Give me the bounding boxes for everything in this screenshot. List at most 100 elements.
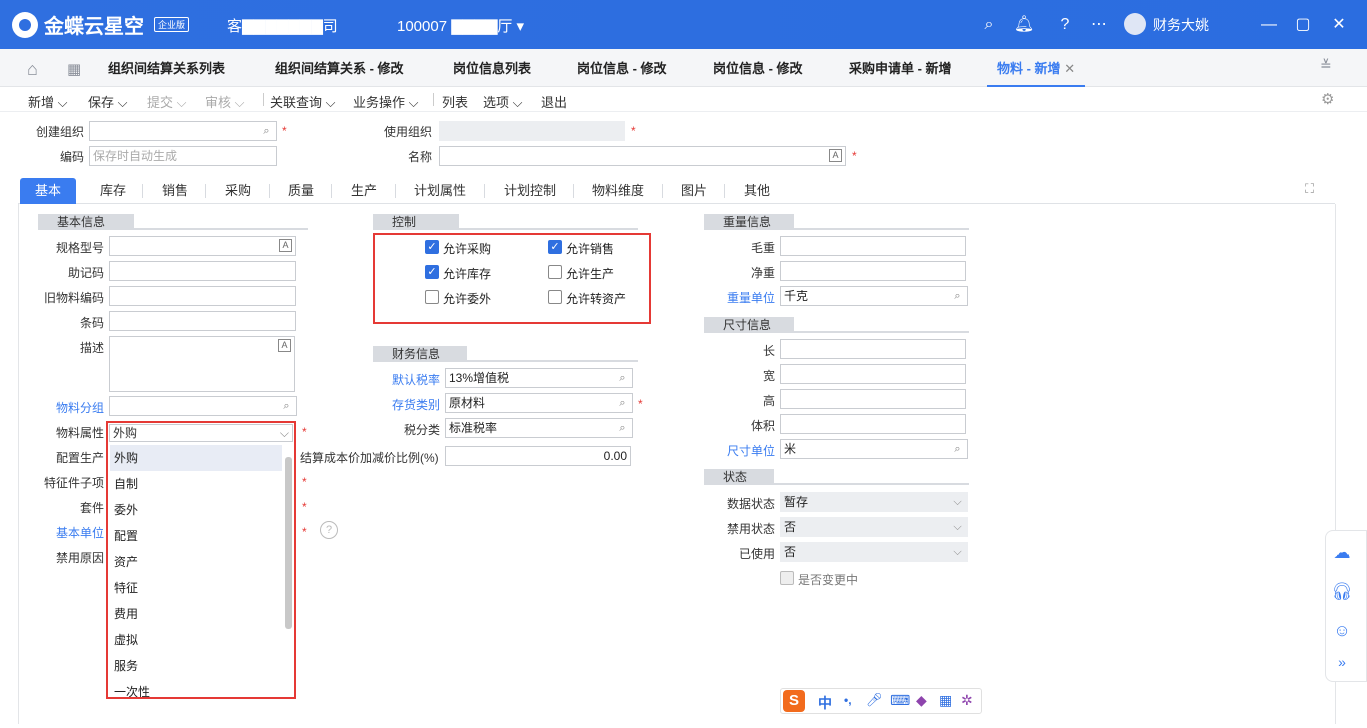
tab-images[interactable]: 图片 bbox=[681, 178, 707, 204]
option-asset[interactable]: 资产 bbox=[110, 549, 282, 575]
tabs-overflow-icon[interactable]: ≚ bbox=[1320, 57, 1332, 74]
option-one-time[interactable]: 一次性 bbox=[110, 679, 282, 697]
width-input[interactable] bbox=[780, 364, 966, 384]
tab-quality[interactable]: 质量 bbox=[288, 178, 314, 204]
apps-icon[interactable]: ▦ bbox=[67, 60, 81, 78]
option-expense[interactable]: 费用 bbox=[110, 601, 282, 627]
allow-inventory-checkbox[interactable]: ✓ bbox=[425, 265, 439, 279]
tab-material-dimension[interactable]: 物料维度 bbox=[592, 178, 644, 204]
description-textarea[interactable]: A bbox=[109, 336, 295, 392]
skin-icon[interactable]: ◆ bbox=[916, 692, 927, 709]
list-button[interactable]: 列表 bbox=[442, 92, 468, 111]
allow-inventory-label[interactable]: 允许库存 bbox=[443, 265, 491, 282]
tab-purchase-request[interactable]: 采购申请单 - 新增 bbox=[849, 49, 952, 87]
allow-purchase-label[interactable]: 允许采购 bbox=[443, 240, 491, 257]
search-icon[interactable]: ⌕ bbox=[280, 399, 293, 413]
option-outsourced-purchase[interactable]: 外购 bbox=[110, 445, 282, 471]
submit-button[interactable]: 提交 ⌵ bbox=[147, 92, 186, 111]
search-icon[interactable]: ⌕ bbox=[616, 421, 629, 435]
allow-subcontract-label[interactable]: 允许委外 bbox=[443, 290, 491, 307]
home-icon[interactable]: ⌂ bbox=[27, 59, 38, 80]
tab-sales[interactable]: 销售 bbox=[162, 178, 188, 204]
material-group-label[interactable]: 物料分组 bbox=[30, 399, 104, 416]
tab-post-edit-2[interactable]: 岗位信息 - 修改 bbox=[713, 49, 803, 87]
headset-icon[interactable]: 🎧︎ bbox=[1325, 582, 1359, 608]
tenant-name[interactable]: 客▇▇▇▇▇▇▇司 bbox=[227, 15, 338, 36]
multilang-icon[interactable]: A bbox=[829, 149, 842, 162]
barcode-input[interactable] bbox=[109, 311, 296, 331]
ime-mode-label[interactable]: 中 bbox=[818, 693, 832, 713]
new-button[interactable]: 新增 ⌵ bbox=[28, 92, 67, 111]
length-input[interactable] bbox=[780, 339, 966, 359]
option-config[interactable]: 配置 bbox=[110, 523, 282, 549]
data-status-select[interactable]: 暂存 ⌵ bbox=[780, 492, 968, 512]
option-subcontract[interactable]: 委外 bbox=[110, 497, 282, 523]
gross-weight-input[interactable] bbox=[780, 236, 966, 256]
search-icon[interactable]: ⌕ bbox=[616, 396, 629, 410]
more-icon[interactable]: ⋯ bbox=[1088, 14, 1110, 36]
search-icon[interactable]: ⌕ bbox=[616, 371, 629, 385]
base-unit-label[interactable]: 基本单位 bbox=[30, 524, 104, 541]
price-ratio-input[interactable]: 0.00 bbox=[445, 446, 631, 466]
net-weight-input[interactable] bbox=[780, 261, 966, 281]
audit-button[interactable]: 审核 ⌵ bbox=[205, 92, 244, 111]
business-ops-button[interactable]: 业务操作 ⌵ bbox=[353, 92, 418, 111]
grid-icon[interactable]: ▦ bbox=[939, 692, 952, 709]
option-service[interactable]: 服务 bbox=[110, 653, 282, 679]
tab-settle-list[interactable]: 组织间结算关系列表 bbox=[108, 49, 225, 87]
stock-category-input[interactable]: 原材料 ⌕ bbox=[445, 393, 633, 413]
changing-checkbox[interactable] bbox=[780, 571, 794, 585]
tab-other[interactable]: 其他 bbox=[744, 178, 770, 204]
ime-punct-label[interactable]: •, bbox=[844, 693, 852, 707]
allow-subcontract-checkbox[interactable] bbox=[425, 290, 439, 304]
maximize-icon[interactable]: ▢ bbox=[1292, 14, 1314, 36]
help-icon[interactable]: ? bbox=[320, 521, 338, 539]
tax-class-input[interactable]: 标准税率 ⌕ bbox=[445, 418, 633, 438]
multilang-icon[interactable]: A bbox=[279, 239, 292, 252]
tab-basic[interactable]: 基本 bbox=[20, 178, 76, 204]
stock-category-label[interactable]: 存货类别 bbox=[370, 396, 440, 413]
collapse-icon[interactable]: » bbox=[1325, 654, 1359, 680]
org-selector[interactable]: 100007 ▇▇▇▇厅 ▾ bbox=[397, 15, 524, 36]
allow-asset-label[interactable]: 允许转资产 bbox=[566, 290, 626, 307]
option-virtual[interactable]: 虚拟 bbox=[110, 627, 282, 653]
smile-icon[interactable]: ☺ bbox=[1325, 621, 1359, 647]
tab-settle-edit[interactable]: 组织间结算关系 - 修改 bbox=[275, 49, 404, 87]
dropdown-scrollbar[interactable] bbox=[285, 457, 292, 629]
tab-production[interactable]: 生产 bbox=[351, 178, 377, 204]
tab-inventory[interactable]: 库存 bbox=[100, 178, 126, 204]
forbid-status-select[interactable]: 否 ⌵ bbox=[780, 517, 968, 537]
weight-unit-label[interactable]: 重量单位 bbox=[700, 289, 775, 306]
user-name[interactable]: 财务大姚 bbox=[1153, 15, 1209, 35]
allow-production-label[interactable]: 允许生产 bbox=[566, 265, 614, 282]
bell-icon[interactable]: 🔔︎ bbox=[1013, 14, 1035, 36]
multilang-icon[interactable]: A bbox=[278, 339, 291, 352]
create-org-input[interactable]: ⌕ bbox=[89, 121, 277, 141]
size-unit-input[interactable]: 米 ⌕ bbox=[780, 439, 968, 459]
search-icon[interactable]: ⌕ bbox=[951, 289, 964, 303]
allow-asset-checkbox[interactable] bbox=[548, 290, 562, 304]
volume-input[interactable] bbox=[780, 414, 966, 434]
tab-plan-attr[interactable]: 计划属性 bbox=[414, 178, 466, 204]
tab-material-new[interactable]: 物料 - 新增 ✕ bbox=[987, 49, 1086, 87]
name-input[interactable]: A bbox=[439, 146, 846, 166]
tab-post-edit-1[interactable]: 岗位信息 - 修改 bbox=[577, 49, 667, 87]
used-select[interactable]: 否 ⌵ bbox=[780, 542, 968, 562]
mnemonic-input[interactable] bbox=[109, 261, 296, 281]
toolbox-icon[interactable]: ✲ bbox=[961, 692, 973, 709]
keyboard-icon[interactable]: ⌨ bbox=[890, 692, 910, 709]
search-icon[interactable]: ⌕ bbox=[260, 124, 273, 138]
height-input[interactable] bbox=[780, 389, 966, 409]
minimize-icon[interactable]: — bbox=[1258, 14, 1280, 36]
cloud-icon[interactable]: ☁ bbox=[1325, 543, 1359, 569]
option-self-made[interactable]: 自制 bbox=[110, 471, 282, 497]
settings-icon[interactable]: ⚙ bbox=[1321, 90, 1334, 108]
microphone-icon[interactable]: 🎤︎ bbox=[866, 692, 883, 708]
code-input[interactable]: 保存时自动生成 bbox=[89, 146, 277, 166]
options-button[interactable]: 选项 ⌵ bbox=[483, 92, 522, 111]
spec-input[interactable]: A bbox=[109, 236, 296, 256]
search-icon[interactable]: ⌕ bbox=[951, 442, 964, 456]
avatar[interactable] bbox=[1124, 13, 1146, 35]
sogou-logo-icon[interactable]: S bbox=[783, 690, 805, 712]
close-icon[interactable]: ✕ bbox=[1328, 14, 1350, 36]
